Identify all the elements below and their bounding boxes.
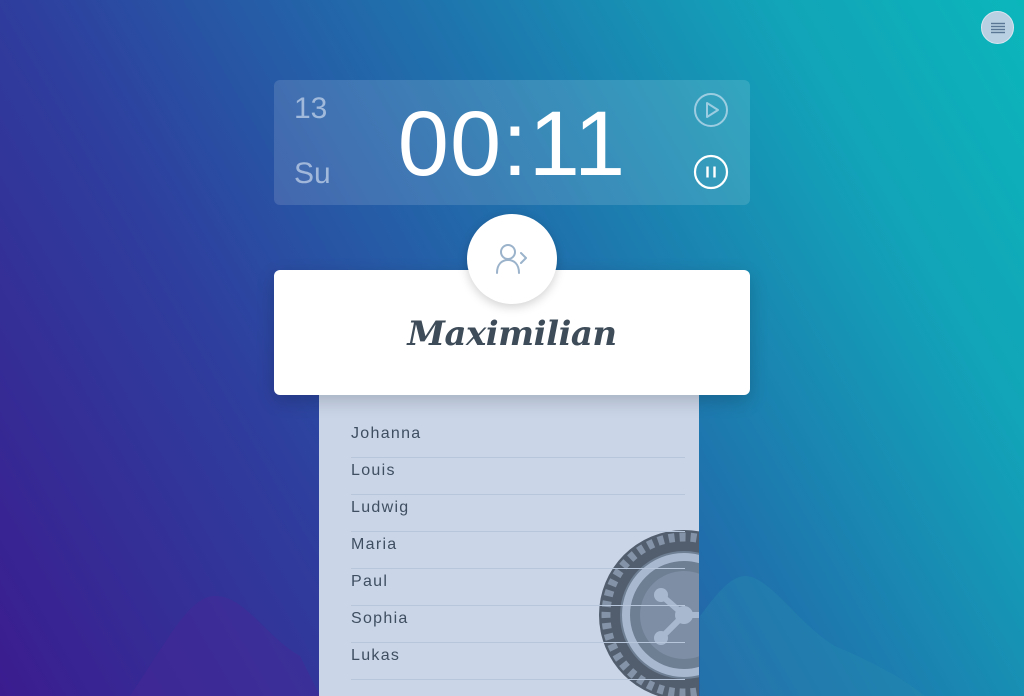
pause-button[interactable] (693, 154, 729, 190)
list-item[interactable]: Lukas (351, 643, 685, 680)
user-next-icon (496, 244, 527, 274)
timer-panel: 13 Su 00:11 (274, 80, 750, 205)
pause-circle-icon (693, 154, 729, 190)
list-item[interactable]: Johanna (351, 421, 685, 458)
next-person-button[interactable] (467, 214, 557, 304)
list-item[interactable]: Ludwig (351, 495, 685, 532)
list-item[interactable]: Sophia (351, 606, 685, 643)
play-circle-icon (694, 93, 728, 127)
name-list: Johanna Louis Ludwig Maria Paul Sophia L… (319, 395, 699, 696)
selected-name: Maximilian (407, 314, 617, 354)
list-item[interactable]: Maria (351, 532, 685, 569)
hamburger-menu-icon (990, 22, 1005, 33)
menu-button[interactable] (981, 11, 1014, 44)
list-item[interactable]: Louis (351, 458, 685, 495)
elapsed-time: 00:11 (397, 93, 627, 195)
list-item[interactable]: Paul (351, 569, 685, 606)
play-button[interactable] (693, 92, 729, 128)
